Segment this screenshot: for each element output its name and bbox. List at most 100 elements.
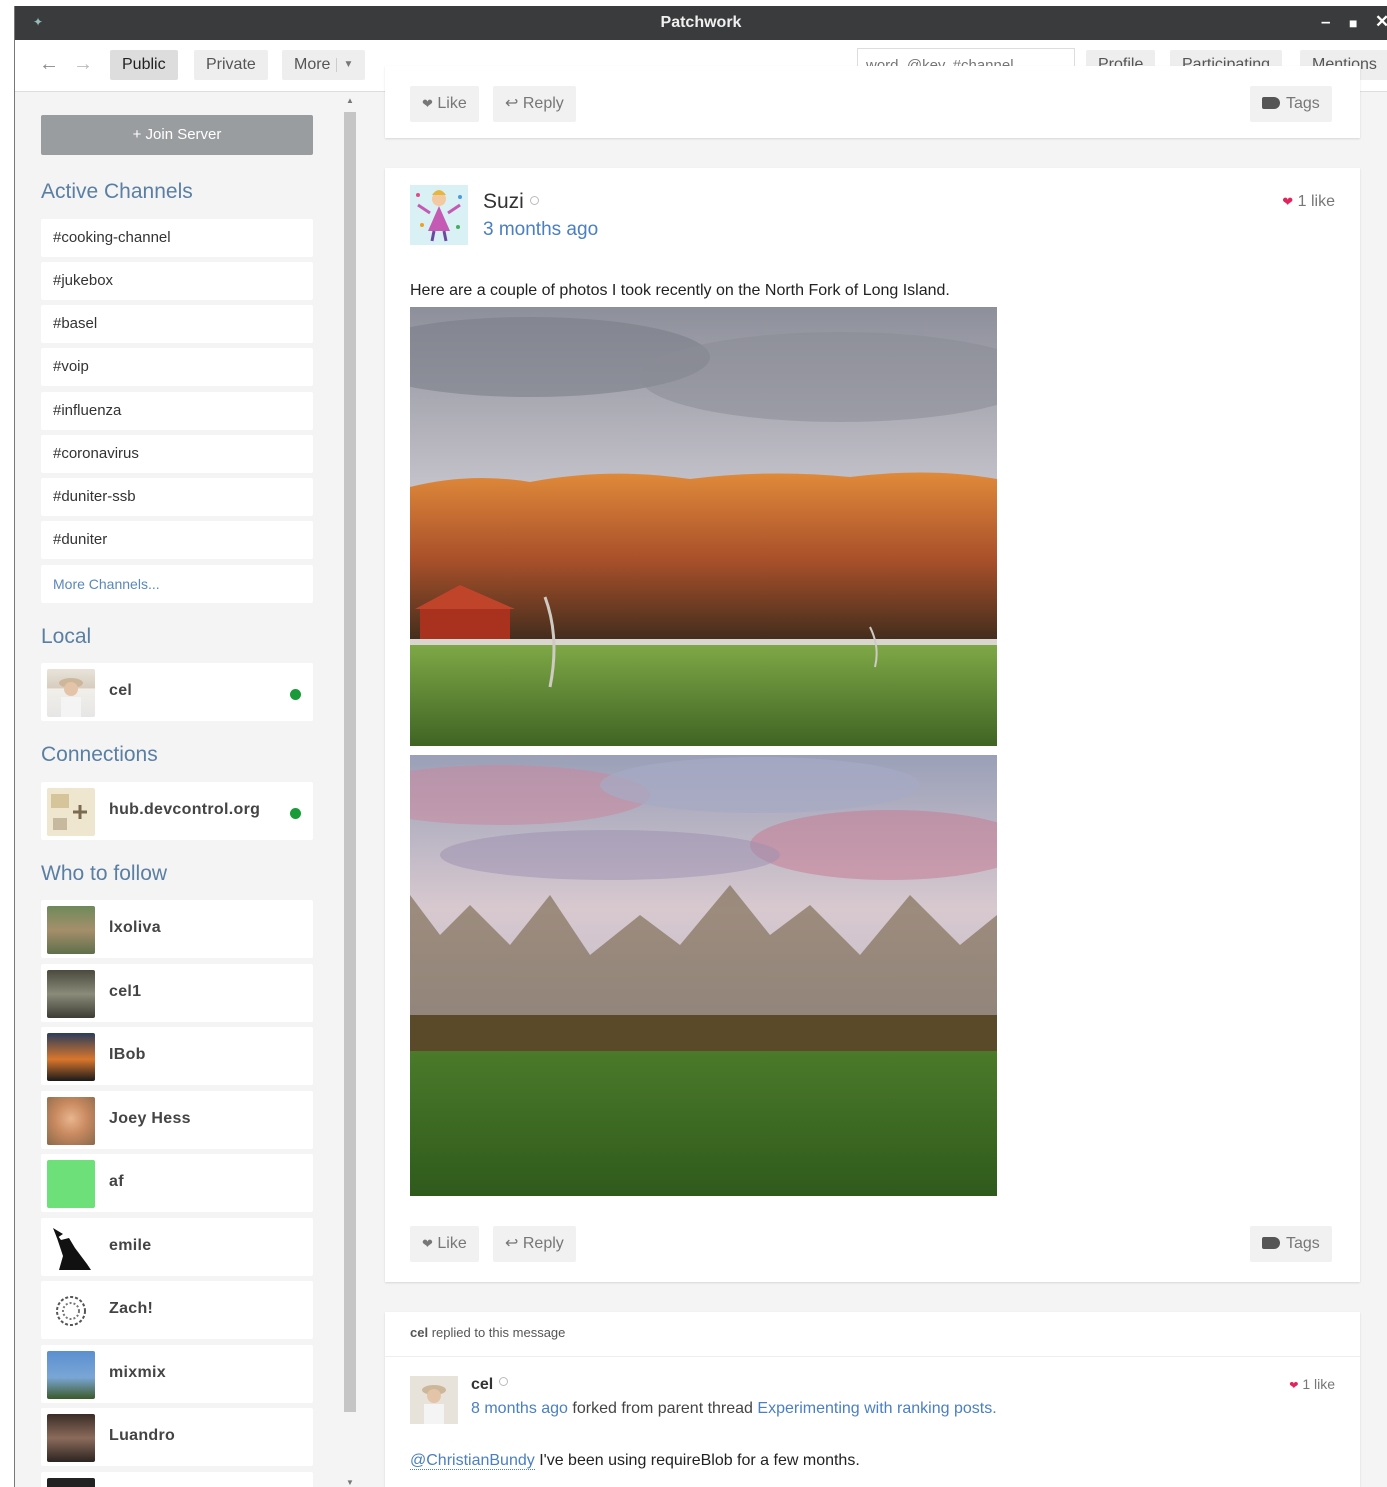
forked-text: forked from parent thread — [572, 1400, 753, 1417]
forward-icon[interactable]: → — [73, 53, 93, 76]
like-count[interactable]: ❤ 1 like — [1282, 193, 1335, 211]
author-avatar[interactable] — [410, 185, 468, 245]
local-peer-cel[interactable]: cel — [41, 663, 313, 721]
parent-thread-link[interactable]: Experimenting with ranking posts. — [757, 1400, 996, 1417]
follow-suggestion[interactable]: Joey Hess — [41, 1091, 313, 1149]
scroll-up-icon[interactable]: ▲ — [346, 96, 354, 105]
status-icon — [529, 196, 539, 205]
reply-card: cel replied to this message cel 8 months… — [385, 1312, 1360, 1487]
reply-body: @ChristianBundy I've been using requireB… — [410, 1452, 860, 1470]
status-icon — [499, 1377, 509, 1386]
active-channels-title: Active Channels — [41, 180, 193, 203]
follow-suggestion[interactable]: Luandro — [41, 1408, 313, 1466]
peer-name: mixmix — [109, 1364, 166, 1381]
tab-more-label: More — [294, 56, 331, 73]
follow-suggestion[interactable]: Zach! — [41, 1281, 313, 1339]
back-icon[interactable]: ← — [39, 53, 59, 76]
avatar — [47, 1160, 95, 1208]
follow-suggestion[interactable]: mixmix — [41, 1345, 313, 1403]
peer-name: lxoliva — [109, 919, 161, 936]
title-bar: ✦ Patchwork – ■ ✕ — [15, 6, 1387, 40]
avatar — [47, 906, 95, 954]
tab-more[interactable]: More ▼ — [282, 50, 366, 80]
author-name[interactable]: cel — [471, 1376, 509, 1394]
tags-button[interactable]: Tags — [1250, 1226, 1332, 1262]
channel-item[interactable]: #jukebox — [41, 262, 313, 300]
peer-name: af — [109, 1173, 124, 1190]
peer-name: cel — [109, 682, 133, 699]
avatar — [47, 1414, 95, 1462]
channel-item[interactable]: #cooking-channel — [41, 219, 313, 257]
like-count-label: 1 like — [1297, 193, 1335, 210]
local-title: Local — [41, 625, 92, 648]
tags-button[interactable]: Tags — [1250, 86, 1332, 122]
peer-name: IBob — [109, 1046, 146, 1063]
peer-name: hub.devcontrol.org — [109, 801, 261, 818]
author-avatar[interactable] — [410, 1376, 458, 1424]
peer-name: emile — [109, 1237, 152, 1254]
sidebar-scrollbar[interactable]: ▲ ▼ — [344, 92, 356, 1487]
caret-down-icon: ▼ — [336, 58, 353, 72]
heart-icon: ❤ — [422, 96, 433, 111]
reply-icon: ↩ — [505, 1235, 519, 1252]
scroll-down-icon[interactable]: ▼ — [346, 1478, 354, 1487]
avatar — [47, 1033, 95, 1081]
online-status-icon — [290, 808, 301, 819]
follow-suggestion[interactable]: IBob — [41, 1027, 313, 1085]
post-body: Here are a couple of photos I took recen… — [410, 282, 950, 299]
follow-suggestion[interactable]: af — [41, 1154, 313, 1212]
like-button[interactable]: ❤ Like — [410, 86, 479, 122]
reply-meta: 8 months ago forked from parent thread E… — [471, 1400, 997, 1418]
reply-timestamp[interactable]: 8 months ago — [471, 1400, 568, 1417]
follow-suggestion[interactable]: emile — [41, 1218, 313, 1276]
channel-item[interactable]: #influenza — [41, 392, 313, 430]
maximize-icon[interactable]: ■ — [1349, 15, 1357, 31]
reply-notice: cel replied to this message — [410, 1325, 565, 1340]
app-window: ✦ Patchwork – ■ ✕ ← → Public Private Mor… — [14, 6, 1387, 1487]
like-count[interactable]: ❤ 1 like — [1289, 1376, 1335, 1392]
follow-suggestion[interactable]: lxoliva — [41, 900, 313, 958]
tab-private[interactable]: Private — [194, 50, 268, 80]
more-channels-link[interactable]: More Channels... — [41, 565, 313, 603]
divider — [385, 1356, 1360, 1357]
channel-item[interactable]: #coronavirus — [41, 435, 313, 473]
channel-item[interactable]: #voip — [41, 348, 313, 386]
reply-notice-author[interactable]: cel — [410, 1325, 428, 1340]
avatar — [47, 1224, 95, 1272]
channel-item[interactable]: #duniter — [41, 521, 313, 559]
reply-notice-text: replied to this message — [431, 1325, 566, 1340]
post-timestamp[interactable]: 3 months ago — [483, 219, 598, 241]
heart-icon: ❤ — [1289, 1380, 1299, 1392]
post-photo[interactable] — [410, 307, 997, 746]
scrollbar-thumb[interactable] — [344, 112, 356, 1412]
mention-link[interactable]: @ChristianBundy — [410, 1452, 535, 1470]
previous-post-card: ❤ Like ↩ Reply Tags — [385, 66, 1360, 138]
like-count-label: 1 like — [1302, 1376, 1335, 1392]
tab-public[interactable]: Public — [110, 50, 178, 80]
post-card: Suzi 3 months ago ❤ 1 like Here are a co… — [385, 168, 1360, 1282]
avatar — [47, 1478, 95, 1487]
avatar — [47, 1287, 95, 1335]
author-name[interactable]: Suzi — [483, 190, 539, 214]
like-label: Like — [437, 95, 467, 112]
like-button[interactable]: ❤ Like — [410, 1226, 479, 1262]
channel-item[interactable]: #duniter-ssb — [41, 478, 313, 516]
channel-item[interactable]: #basel — [41, 305, 313, 343]
post-photo[interactable] — [410, 755, 997, 1196]
connection-hub-devcontrol[interactable]: hub.devcontrol.org — [41, 782, 313, 840]
reply-button[interactable]: ↩ Reply — [493, 1226, 576, 1262]
avatar — [47, 1351, 95, 1399]
minimize-icon[interactable]: – — [1321, 12, 1330, 32]
join-server-button[interactable]: + Join Server — [41, 115, 313, 155]
close-icon[interactable]: ✕ — [1375, 12, 1387, 32]
window-title: Patchwork — [660, 14, 742, 31]
tags-label: Tags — [1286, 1235, 1320, 1252]
reply-button[interactable]: ↩ Reply — [493, 86, 576, 122]
avatar — [47, 788, 95, 836]
follow-suggestion[interactable] — [41, 1472, 313, 1487]
tags-label: Tags — [1286, 95, 1320, 112]
follow-suggestion[interactable]: cel1 — [41, 964, 313, 1022]
like-label: Like — [437, 1235, 467, 1252]
author-name-text: Suzi — [483, 190, 524, 213]
avatar — [47, 970, 95, 1018]
